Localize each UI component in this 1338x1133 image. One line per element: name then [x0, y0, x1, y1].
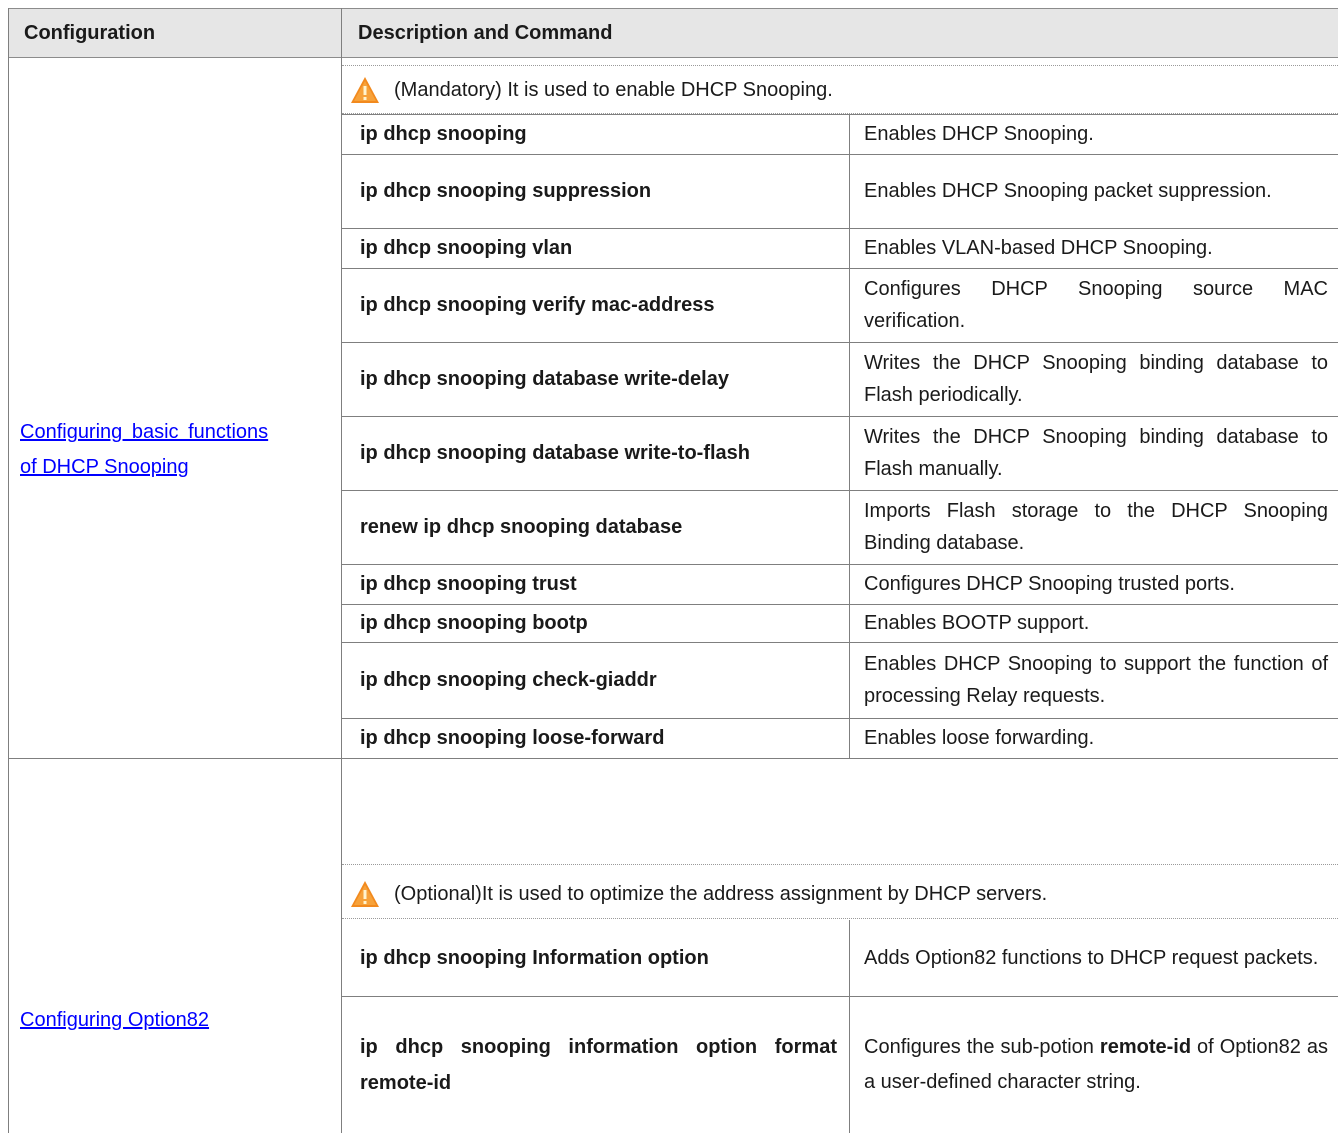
- table-row-command: ip dhcp snooping database write-delay: [360, 368, 729, 390]
- table-row-description: Enables DHCP Snooping to support the fun…: [864, 653, 1328, 707]
- config-link-option82[interactable]: Configuring Option82: [20, 1003, 209, 1038]
- warning-triangle-icon: [351, 77, 379, 103]
- warning-triangle-icon: [351, 881, 379, 907]
- config-cell-option82: Configuring Option82: [20, 1000, 336, 1040]
- table-row-command: ip dhcp snooping Information option: [360, 947, 709, 969]
- note-text: (Mandatory) It is used to enable DHCP Sn…: [394, 78, 833, 101]
- header-configuration: Configuration: [24, 21, 156, 44]
- table-row-description: Enables loose forwarding.: [864, 727, 1095, 749]
- table-row-command: ip dhcp snooping database write-to-flash: [360, 442, 751, 464]
- group-separator: [8, 758, 1338, 759]
- note-separator-bottom: [342, 918, 1338, 919]
- table-row-description: Writes the DHCP Snooping binding databas…: [864, 352, 1328, 406]
- table-row-command: ip dhcp snooping bootp: [360, 612, 588, 634]
- table-row-command: ip dhcp snooping information option form…: [360, 1035, 837, 1094]
- table-header: [8, 8, 1338, 58]
- note-row: (Mandatory) It is used to enable DHCP Sn…: [350, 72, 833, 108]
- table-row-command: ip dhcp snooping verify mac-address: [360, 294, 715, 316]
- table-row-description: Enables BOOTP support.: [864, 612, 1090, 634]
- note-row: (Optional)It is used to optimize the add…: [350, 876, 1047, 912]
- table-row-description: Imports Flash storage to the DHCP Snoopi…: [864, 500, 1328, 554]
- table-row-description: Writes the DHCP Snooping binding databas…: [864, 426, 1328, 480]
- table-row-command: ip dhcp snooping suppression: [360, 180, 652, 202]
- table-row-command: ip dhcp snooping loose-forward: [360, 727, 665, 749]
- config-link-basic-functions[interactable]: Configuring basic functions of DHCP Snoop…: [20, 421, 268, 478]
- table-row-description: Configures DHCP Snooping source MAC veri…: [864, 278, 1328, 332]
- table-row-description: Configures the sub-potion remote-id of O…: [864, 1035, 1328, 1093]
- table-row-description: Enables DHCP Snooping packet suppression…: [864, 180, 1272, 202]
- table-row-command: ip dhcp snooping check-giaddr: [360, 669, 657, 691]
- table-row-command: ip dhcp snooping vlan: [360, 237, 573, 259]
- table-row-description: Enables VLAN-based DHCP Snooping.: [864, 237, 1213, 259]
- note-separator-top: [342, 65, 1338, 66]
- table-row-description: Enables DHCP Snooping.: [864, 123, 1094, 145]
- note-text: (Optional)It is used to optimize the add…: [394, 882, 1048, 905]
- table-row-command: ip dhcp snooping: [360, 123, 527, 145]
- header-description-command: Description and Command: [358, 21, 613, 44]
- table-border-left: [8, 8, 9, 1133]
- config-cell-basic: Configuring basic functions of DHCP Snoop…: [20, 410, 336, 490]
- note-separator-top: [342, 864, 1338, 865]
- table-row-description: Adds Option82 functions to DHCP request …: [864, 947, 1319, 969]
- table-row-description: Configures DHCP Snooping trusted ports.: [864, 573, 1235, 595]
- table-row-command: renew ip dhcp snooping database: [360, 516, 683, 538]
- table-row-command: ip dhcp snooping trust: [360, 573, 577, 595]
